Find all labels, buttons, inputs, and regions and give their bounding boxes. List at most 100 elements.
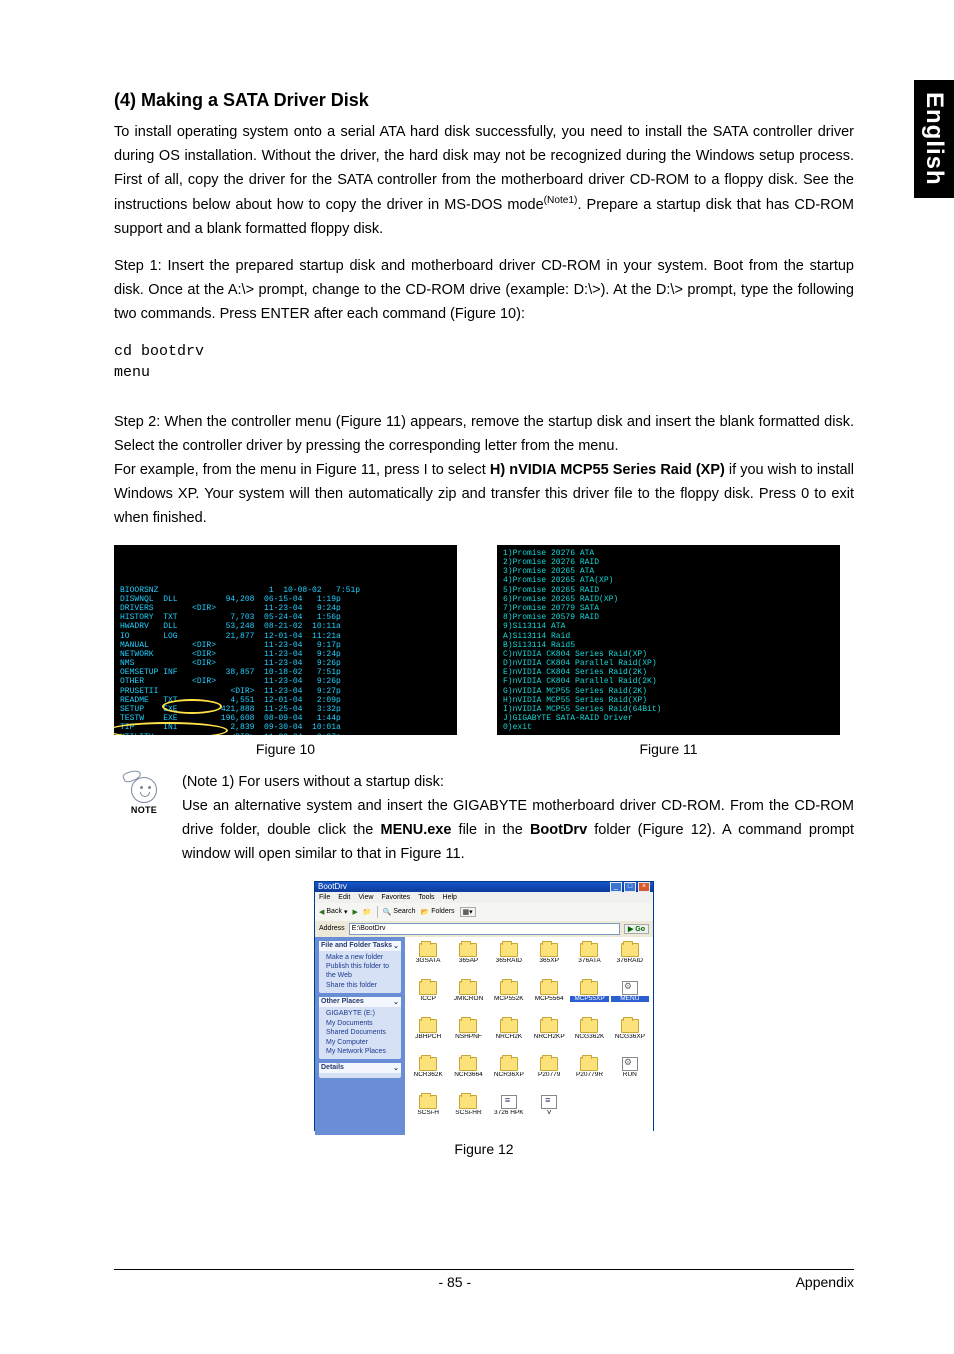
page-number: - 85 -	[438, 1274, 471, 1290]
note-l2c: file in the	[451, 822, 530, 838]
file-item[interactable]: SCSi-H	[409, 1095, 447, 1129]
figure-10: BIOORSNZ 1 10-08-02 7:51pDISWNQL DLL 94,…	[114, 545, 457, 757]
folder-icon	[621, 1019, 639, 1033]
maximize-button[interactable]: □	[624, 882, 636, 892]
file-item[interactable]: 376ATA	[570, 943, 608, 977]
file-item[interactable]: P20779R	[570, 1057, 608, 1091]
file-item[interactable]: NCR36XP	[490, 1057, 528, 1091]
address-input[interactable]	[349, 923, 620, 935]
explorer-title: BootDrv	[318, 882, 347, 891]
menu-item-view[interactable]: View	[358, 894, 373, 901]
explorer-side-panel: File and Folder Tasks⌄ Make a new folder…	[315, 937, 405, 1135]
file-item[interactable]: 3726 HPK	[490, 1095, 528, 1129]
file-item[interactable]: 376RAID	[611, 943, 649, 977]
file-label: MENU	[611, 996, 649, 1003]
file-item[interactable]: 365AP	[449, 943, 487, 977]
file-label: P20779	[530, 1072, 568, 1079]
side-place-item[interactable]: Shared Documents	[322, 1028, 398, 1037]
file-item[interactable]: NCR3664	[449, 1057, 487, 1091]
figure-11: 1)Promise 20276 ATA2)Promise 20276 RAID3…	[497, 545, 840, 757]
cmd-line-1: cd bootdrv	[114, 341, 854, 362]
folder-icon	[500, 1057, 518, 1071]
side-details-head[interactable]: Details⌄	[319, 1063, 401, 1073]
menu-line: I)nVIDIA MCP55 Series Raid(64Bit)	[503, 705, 834, 714]
side-place-item[interactable]: My Computer	[322, 1038, 398, 1047]
file-item[interactable]: NRCH2KP	[530, 1019, 568, 1053]
menu-item-edit[interactable]: Edit	[338, 894, 350, 901]
file-label: 365AP	[449, 958, 487, 965]
go-button[interactable]: ▶ Go	[624, 924, 649, 934]
menu-line: D)nVIDIA CK804 Parallel Raid(XP)	[503, 659, 834, 668]
folders-button[interactable]: 📂 Folders	[420, 908, 454, 916]
dos-line: NMS <DIR> 11-23-04 9:26p	[120, 659, 451, 668]
search-label: Search	[393, 908, 415, 915]
folder-icon	[419, 943, 437, 957]
dos-line: PRUSETII <DIR> 11-23-04 9:27p	[120, 687, 451, 696]
minimize-button[interactable]: _	[610, 882, 622, 892]
file-item[interactable]: NCG36XP	[611, 1019, 649, 1053]
side-places-head[interactable]: Other Places⌄	[319, 997, 401, 1007]
views-button[interactable]: ▦▾	[460, 907, 476, 917]
side-tasks-head[interactable]: File and Folder Tasks⌄	[319, 941, 401, 951]
menu-line: 9)Si13114 ATA	[503, 622, 834, 631]
file-label: SCSi-H	[409, 1110, 447, 1117]
side-place-item[interactable]: My Documents	[322, 1019, 398, 1028]
menu-item-favorites[interactable]: Favorites	[381, 894, 410, 901]
menu-line: C)nVIDIA CK804 Series Raid(XP)	[503, 650, 834, 659]
file-item[interactable]: SCSi-HR	[449, 1095, 487, 1129]
menu-line: 4)Promise 20265 ATA(XP)	[503, 576, 834, 585]
file-label: 376ATA	[570, 958, 608, 965]
section-heading: (4) Making a SATA Driver Disk	[114, 90, 854, 111]
file-item[interactable]: 3GSATA	[409, 943, 447, 977]
file-label: RUN	[611, 1072, 649, 1079]
file-label: 3726 HPK	[490, 1110, 528, 1117]
p1-superscript: (Note1)	[544, 195, 578, 206]
file-item[interactable]: NCG362K	[570, 1019, 608, 1053]
file-item[interactable]: MENU	[611, 981, 649, 1015]
side-task-item[interactable]: Share this folder	[322, 981, 398, 990]
explorer-toolbar: ◀ Back ▾ ▶ 📁 🔍 Search 📂 Folders ▦▾	[315, 903, 653, 921]
figures-row: BIOORSNZ 1 10-08-02 7:51pDISWNQL DLL 94,…	[114, 545, 854, 757]
folder-icon	[459, 1019, 477, 1033]
file-label: NCR362K	[409, 1072, 447, 1079]
side-place-item[interactable]: GIGABYTE (E:)	[322, 1009, 398, 1018]
close-button[interactable]: ×	[638, 882, 650, 892]
file-item[interactable]: MCP55XP	[570, 981, 608, 1015]
file-label: NCR36XP	[490, 1072, 528, 1079]
folder-icon	[419, 981, 437, 995]
dos-line: OEMSETUP INF 38,857 10-18-02 7:51p	[120, 668, 451, 677]
file-label: NCG36XP	[611, 1034, 649, 1041]
menu-line: 1)Promise 20276 ATA	[503, 549, 834, 558]
file-label: JBHPCH	[409, 1034, 447, 1041]
back-button[interactable]: ◀ Back ▾	[319, 908, 347, 916]
file-label: 3GSATA	[409, 958, 447, 965]
file-label: 365RAID	[490, 958, 528, 965]
file-item[interactable]: P20779	[530, 1057, 568, 1091]
file-item[interactable]: RUN	[611, 1057, 649, 1091]
file-item[interactable]: NCR362K	[409, 1057, 447, 1091]
menu-line: J)GIGABYTE SATA-RAID Driver	[503, 714, 834, 723]
file-item[interactable]: MCP5564	[530, 981, 568, 1015]
file-item[interactable]: ICCP	[409, 981, 447, 1015]
side-task-item[interactable]: Publish this folder to the Web	[322, 962, 398, 981]
file-item[interactable]: NSHPNF	[449, 1019, 487, 1053]
side-place-item[interactable]: My Network Places	[322, 1047, 398, 1056]
note-icon: NOTE	[114, 771, 174, 867]
side-task-item[interactable]: Make a new folder	[322, 953, 398, 962]
side-head-label: File and Folder Tasks	[321, 942, 392, 950]
menu-item-file[interactable]: File	[319, 894, 330, 901]
file-item[interactable]: V	[530, 1095, 568, 1129]
file-item[interactable]: NRCH2K	[490, 1019, 528, 1053]
file-item[interactable]: MCP552K	[490, 981, 528, 1015]
file-item[interactable]: 365RAID	[490, 943, 528, 977]
file-item[interactable]: 365XP	[530, 943, 568, 977]
up-button[interactable]: 📁	[363, 908, 372, 916]
file-label: MCP55XP	[570, 996, 608, 1003]
file-item[interactable]: JBHPCH	[409, 1019, 447, 1053]
menu-item-tools[interactable]: Tools	[418, 894, 434, 901]
file-label: NCG362K	[570, 1034, 608, 1041]
search-button[interactable]: 🔍 Search	[383, 908, 416, 916]
menu-item-help[interactable]: Help	[443, 894, 457, 901]
file-item[interactable]: JMICRON	[449, 981, 487, 1015]
forward-button[interactable]: ▶	[352, 908, 357, 916]
